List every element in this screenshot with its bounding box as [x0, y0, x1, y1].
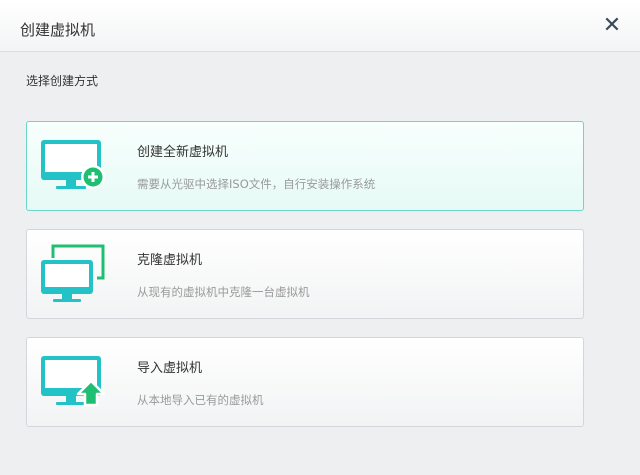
option-description: 需要从光驱中选择ISO文件，自行安装操作系统 — [137, 177, 376, 191]
monitor-import-icon — [41, 356, 106, 407]
option-title: 导入虚拟机 — [137, 361, 203, 376]
close-icon[interactable]: ✕ — [600, 14, 624, 38]
option-description: 从现有的虚拟机中克隆一台虚拟机 — [137, 285, 310, 299]
option-new-vm[interactable]: 创建全新虚拟机 需要从光驱中选择ISO文件，自行安装操作系统 — [26, 121, 584, 211]
dialog-title: 创建虚拟机 — [20, 21, 96, 39]
option-title: 克隆虚拟机 — [137, 253, 203, 268]
option-title: 创建全新虚拟机 — [137, 145, 229, 160]
section-label: 选择创建方式 — [26, 74, 99, 88]
monitor-plus-icon — [41, 140, 105, 189]
option-import-vm[interactable]: 导入虚拟机 从本地导入已有的虚拟机 — [26, 337, 584, 427]
option-clone-vm[interactable]: 克隆虚拟机 从现有的虚拟机中克隆一台虚拟机 — [26, 229, 584, 319]
monitor-clone-icon — [41, 244, 105, 302]
dialog-header: 创建虚拟机 ✕ — [0, 0, 640, 52]
create-vm-dialog: 创建虚拟机 ✕ 选择创建方式 创建全新虚拟机 需要从光驱中选择ISO文件，自行安… — [0, 0, 640, 475]
option-description: 从本地导入已有的虚拟机 — [137, 393, 264, 407]
